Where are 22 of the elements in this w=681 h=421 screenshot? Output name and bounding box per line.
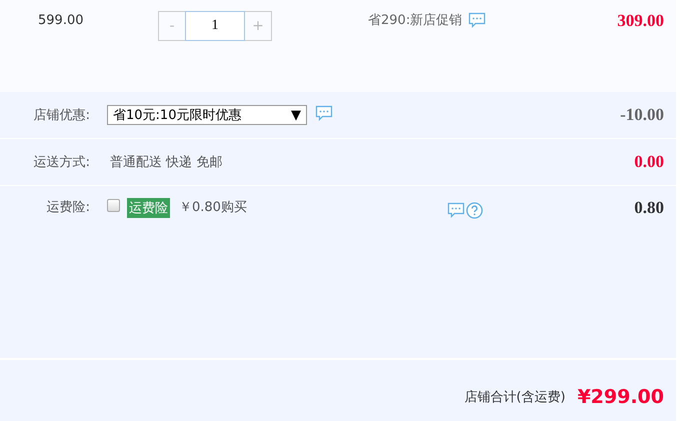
shipping-method: 普通配送 快递 免邮 <box>110 154 222 171</box>
row-label: 店铺优惠: <box>32 107 91 124</box>
row-label: 运费险: <box>46 199 91 216</box>
insurance-price: ￥0.80购买 <box>179 199 247 216</box>
shop-total: ¥299.00 <box>577 386 664 408</box>
shop-total-label: 店铺合计(含运费) <box>464 388 566 406</box>
coupon-dropdown[interactable]: 省10元:10元限时优惠 ▼ <box>107 105 307 125</box>
row-amount: 0.00 <box>634 152 665 172</box>
row-amount: -10.00 <box>620 105 665 125</box>
subtotal: 309.00 <box>617 11 665 31</box>
help-icon[interactable] <box>466 202 483 219</box>
promotion-text: 省290:新店促销 <box>368 12 462 29</box>
chat-icon[interactable] <box>446 202 465 218</box>
quantity-stepper[interactable]: - 1 + <box>158 11 272 41</box>
row-amount: 0.80 <box>634 198 665 218</box>
chat-icon[interactable] <box>468 12 486 28</box>
insurance-tag: 运费险 <box>127 198 170 218</box>
unit-price: 599.00 <box>37 13 84 28</box>
checkbox[interactable] <box>107 199 120 212</box>
quantity-field[interactable]: 1 <box>185 11 245 41</box>
row-label: 运送方式: <box>32 154 91 171</box>
chat-icon[interactable] <box>315 105 333 121</box>
